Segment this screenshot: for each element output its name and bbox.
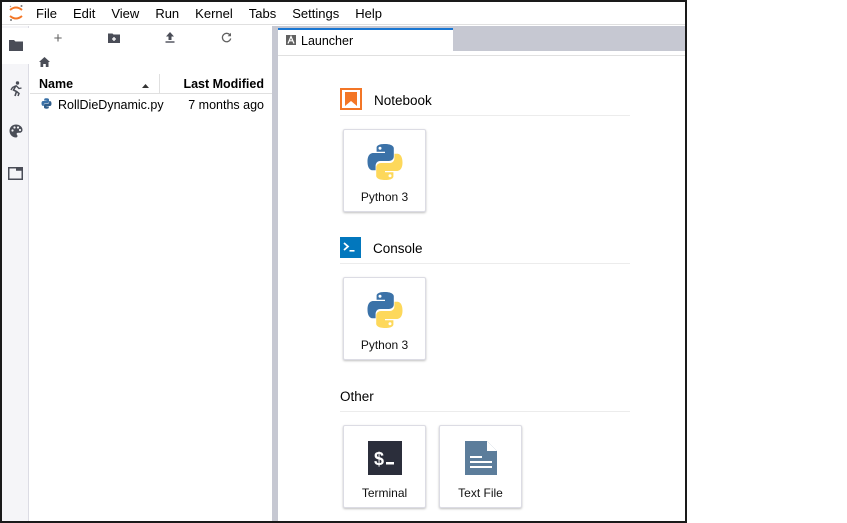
python-file-icon <box>41 98 52 112</box>
python-icon <box>366 278 404 336</box>
file-list-item[interactable]: RollDieDynamic.py 7 months ago <box>30 94 272 116</box>
menu-settings[interactable]: Settings <box>284 2 347 25</box>
tabs-icon <box>8 167 23 183</box>
text-file-icon <box>464 426 498 484</box>
jupyter-logo-icon <box>2 2 30 25</box>
terminal-card[interactable]: $ Terminal <box>343 425 426 508</box>
menu-bar: File Edit View Run Kernel Tabs Settings … <box>2 2 685 25</box>
launcher-icon <box>286 34 296 48</box>
file-browser-tab[interactable] <box>2 28 30 64</box>
tab-separator <box>278 51 685 56</box>
text-file-card[interactable]: Text File <box>439 425 522 508</box>
console-python3-card[interactable]: Python 3 <box>343 277 426 360</box>
main-area: Launcher Notebook Python 3 Console Pytho… <box>278 26 685 521</box>
breadcrumb <box>30 50 272 74</box>
menu-help[interactable]: Help <box>347 2 390 25</box>
running-icon <box>9 80 23 100</box>
notebook-section-title: Notebook <box>374 93 432 108</box>
other-section: Other $ Terminal Text File <box>340 382 630 508</box>
other-section-title: Other <box>340 389 374 404</box>
file-modified: 7 months ago <box>188 98 264 112</box>
sort-ascending-icon <box>142 77 149 91</box>
notebook-icon <box>340 88 362 113</box>
open-tabs-tab[interactable] <box>2 157 29 193</box>
running-tab[interactable] <box>2 72 29 108</box>
card-label: Text File <box>458 486 503 500</box>
home-icon[interactable] <box>39 55 50 70</box>
new-launcher-button[interactable]: + <box>30 26 86 50</box>
launcher-panel: Notebook Python 3 Console Python 3 Other… <box>278 57 685 521</box>
menu-edit[interactable]: Edit <box>65 2 103 25</box>
other-section-header: Other <box>340 382 630 412</box>
new-folder-icon <box>108 31 120 46</box>
console-section-header: Console <box>340 234 630 264</box>
activity-bar <box>2 26 30 521</box>
palette-icon <box>9 124 23 141</box>
file-browser-toolbar: + <box>30 26 272 50</box>
terminal-icon: $ <box>367 426 402 484</box>
upload-button[interactable] <box>142 26 198 50</box>
last-modified-column-header[interactable]: Last Modified <box>160 77 272 91</box>
name-column-header[interactable]: Name <box>30 74 160 93</box>
console-section: Console Python 3 <box>340 234 630 360</box>
menu-view[interactable]: View <box>103 2 147 25</box>
svg-text:$: $ <box>374 449 384 469</box>
menu-run[interactable]: Run <box>147 2 187 25</box>
jupyterlab-window: File Edit View Run Kernel Tabs Settings … <box>0 0 687 523</box>
tab-label: Launcher <box>301 33 354 48</box>
folder-icon <box>9 39 23 54</box>
notebook-section-header: Notebook <box>340 86 630 116</box>
name-column-label: Name <box>39 76 74 91</box>
menu-tabs[interactable]: Tabs <box>241 2 284 25</box>
tab-bar: Launcher <box>278 26 685 51</box>
file-browser-panel: + Name Last Modified RollDieDynamic.py 7… <box>30 26 272 521</box>
tab-launcher[interactable]: Launcher <box>278 28 453 51</box>
upload-icon <box>165 31 175 46</box>
refresh-icon <box>221 31 232 46</box>
new-folder-button[interactable] <box>86 26 142 50</box>
card-label: Terminal <box>361 486 408 500</box>
commands-tab[interactable] <box>2 114 29 150</box>
card-label: Python 3 <box>360 338 409 352</box>
menu-kernel[interactable]: Kernel <box>187 2 241 25</box>
console-section-title: Console <box>373 241 423 256</box>
menu-file[interactable]: File <box>30 2 65 25</box>
notebook-section: Notebook Python 3 <box>340 86 630 212</box>
refresh-button[interactable] <box>198 26 254 50</box>
console-icon <box>340 236 361 261</box>
python-icon <box>366 130 404 188</box>
file-name: RollDieDynamic.py <box>58 98 164 112</box>
card-label: Python 3 <box>360 190 409 204</box>
plus-icon: + <box>53 29 63 47</box>
notebook-python3-card[interactable]: Python 3 <box>343 129 426 212</box>
file-list-header: Name Last Modified <box>30 74 272 94</box>
